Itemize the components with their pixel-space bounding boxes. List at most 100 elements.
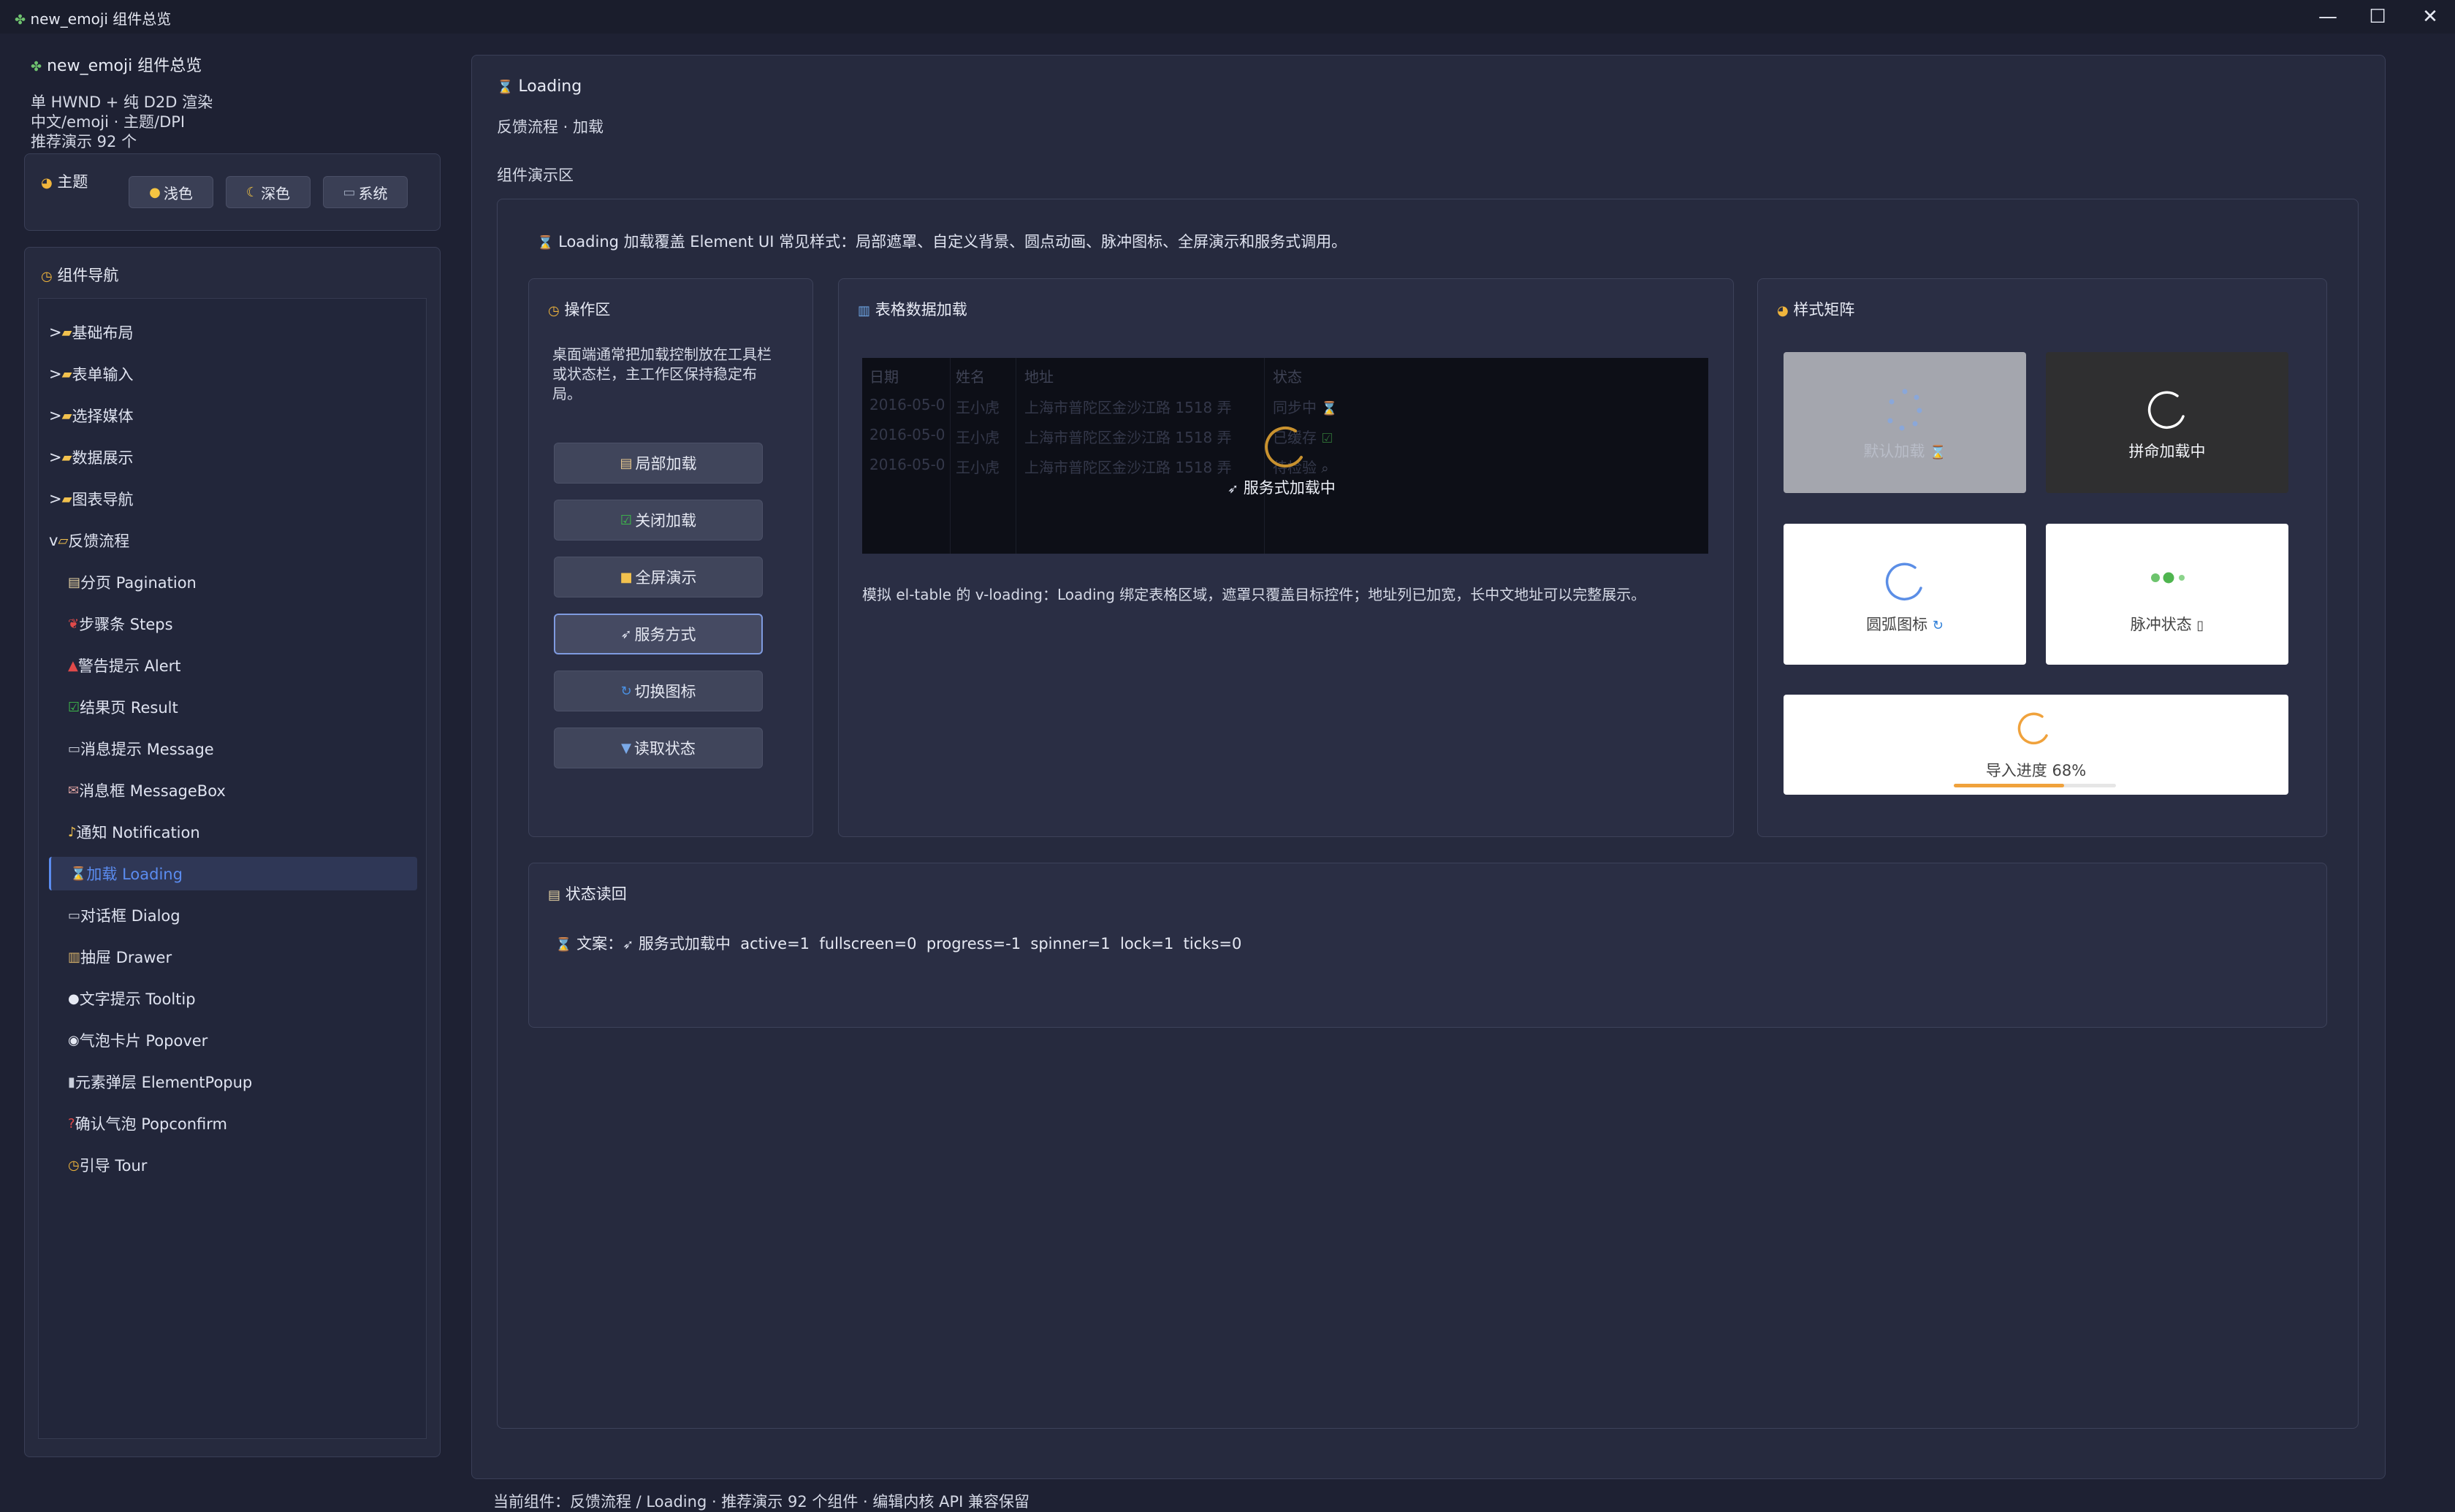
nav-item-loading[interactable]: ⌛ 加载 Loading <box>49 857 417 890</box>
box-icon: ▯ <box>2196 618 2204 633</box>
table-header: 地址 <box>1024 368 1054 386</box>
mailbox-icon: ✉ <box>68 782 80 798</box>
check-icon: ☑ <box>68 699 80 715</box>
nav-item-pagination[interactable]: ▤ 分页 Pagination <box>49 565 417 599</box>
switch-icon-button[interactable]: ↻ 切换图标 <box>554 671 763 711</box>
inbox-icon: ▼ <box>621 740 631 756</box>
table-cell: 2016-05-0 <box>869 456 945 473</box>
table-cell: 王小虎 <box>956 429 1000 446</box>
minimize-button[interactable]: — <box>2303 0 2353 34</box>
close-loading-button[interactable]: ☑ 关闭加载 <box>554 500 763 541</box>
lock-icon: ■ <box>620 569 633 585</box>
theme-light-button[interactable]: ● 浅色 <box>129 176 213 208</box>
table-header: 姓名 <box>956 368 985 386</box>
page-icon: ▤ <box>68 574 81 590</box>
bubble-icon: ● <box>68 990 80 1007</box>
table-spinner-icon <box>1265 427 1303 467</box>
service-mode-button[interactable]: ➶ 服务方式 <box>554 614 763 654</box>
fullscreen-demo-button[interactable]: ■ 全屏演示 <box>554 557 763 597</box>
nav-list: > ▰ 基础布局 > ▰ 表单输入 > ▰ 选择媒体 > ▰ 数据展示 > ▰ 图表导航 v ▱ 反馈流… <box>38 298 427 1439</box>
info-line: 中文/emoji · 主题/DPI <box>31 113 186 131</box>
nav-item-alert[interactable]: ▲ 警告提示 Alert <box>49 649 417 682</box>
check-icon: ☑ <box>1321 431 1333 446</box>
nav-item-tour[interactable]: ◷ 引导 Tour <box>49 1148 417 1182</box>
scroll-icon: ▤ <box>620 455 633 471</box>
folder-icon: ▰ <box>61 408 72 424</box>
refresh-icon: ↻ <box>1932 618 1944 633</box>
dots-spinner-icon <box>1887 389 1922 431</box>
check-icon: ☑ <box>620 512 633 528</box>
hourglass-icon: ⌛ <box>537 235 554 251</box>
tile-label: 拼命加载中 <box>2128 443 2206 460</box>
page-subtitle: 反馈流程 · 加载 <box>497 118 604 136</box>
close-button[interactable]: ✕ <box>2405 0 2455 34</box>
nav-group-feedback[interactable]: v ▱ 反馈流程 <box>49 524 417 557</box>
table-overlay-text: ➶ 服务式加载中 <box>1228 479 1336 497</box>
tile-import-progress: 导入进度 68% <box>1784 695 2288 795</box>
nav-item-tooltip[interactable]: ● 文字提示 Tooltip <box>49 982 417 1015</box>
nav-group-data-display[interactable]: > ▰ 数据展示 <box>49 440 417 474</box>
nav-group-chart-nav[interactable]: > ▰ 图表导航 <box>49 482 417 516</box>
nav-item-popconfirm[interactable]: ? 确认气泡 Popconfirm <box>49 1107 417 1140</box>
nav-group-select-media[interactable]: > ▰ 选择媒体 <box>49 399 417 432</box>
local-loading-button[interactable]: ▤ 局部加载 <box>554 443 763 484</box>
maximize-button[interactable]: ☐ <box>2353 0 2402 34</box>
status-title: ▤ 状态读回 <box>548 885 627 903</box>
laptop-icon: ▭ <box>343 184 356 200</box>
loading-table: 日期 姓名 地址 状态 2016-05-0 王小虎 上海市普陀区金沙江路 151… <box>862 358 1708 554</box>
bubbles-icon: ◉ <box>68 1032 80 1048</box>
nav-item-drawer[interactable]: ▥ 抽屉 Drawer <box>49 940 417 974</box>
table-header: 状态 <box>1273 368 1302 386</box>
nav-item-result[interactable]: ☑ 结果页 Result <box>49 690 417 724</box>
rocket-icon: ➶ <box>1228 481 1239 497</box>
table-note: 模拟 el-table 的 v-loading：Loading 绑定表格区域，遮… <box>862 586 1646 603</box>
nav-item-dialog[interactable]: ▭ 对话框 Dialog <box>49 898 417 932</box>
nav-item-steps[interactable]: ❦ 步骤条 Steps <box>49 607 417 641</box>
tile-desperate-loading: 拼命加载中 <box>2046 352 2288 493</box>
folder-icon: ▰ <box>61 324 72 340</box>
chart-icon: ▥ <box>858 303 871 318</box>
footprints-icon: ❦ <box>68 616 80 632</box>
table-cell: 同步中 ⌛ <box>1273 399 1338 416</box>
demo-description: ⌛ Loading 加载覆盖 Element UI 常见样式：局部遮罩、自定义背… <box>537 233 1347 251</box>
theme-panel: ◕ 主题 ● 浅色 ☾ 深色 ▭ 系统 <box>24 153 441 231</box>
info-line: 单 HWND + 纯 D2D 渲染 <box>31 93 213 111</box>
arc-spinner-icon <box>2147 391 2185 429</box>
column-divider <box>950 358 951 554</box>
table-cell: 上海市普陀区金沙江路 1518 弄 <box>1024 429 1232 446</box>
read-state-button[interactable]: ▼ 读取状态 <box>554 728 763 768</box>
rocket-icon: ➶ <box>620 626 632 642</box>
progress-track <box>1954 784 2116 787</box>
nav-item-elementpopup[interactable]: ▮ 元素弹层 ElementPopup <box>49 1065 417 1099</box>
ledger-icon: ▤ <box>548 887 561 903</box>
nav-item-popover[interactable]: ◉ 气泡卡片 Popover <box>49 1023 417 1057</box>
puzzle-icon: ✤ <box>15 12 26 28</box>
table-cell: 上海市普陀区金沙江路 1518 弄 <box>1024 459 1232 476</box>
tile-arc-icon: 圆弧图标 ↻ <box>1784 524 2026 665</box>
nav-item-notification[interactable]: ♪ 通知 Notification <box>49 815 417 849</box>
siren-icon: ▲ <box>68 657 78 673</box>
demo-label: 组件演示区 <box>497 167 574 184</box>
theme-dark-button[interactable]: ☾ 深色 <box>226 176 311 208</box>
window-title: ✤ new_emoji 组件总览 <box>15 10 172 28</box>
ops-text: 桌面端通常把加载控制放在工具栏 或状态栏，主工作区保持稳定布 局。 <box>552 345 772 402</box>
folder-icon: ▰ <box>61 366 72 382</box>
table-header: 日期 <box>869 368 899 386</box>
puzzle-icon: ✤ <box>31 59 42 75</box>
moon-icon: ☾ <box>246 184 259 200</box>
ops-title: ◷ 操作区 <box>548 301 611 318</box>
nav-group-form-input[interactable]: > ▰ 表单输入 <box>49 357 417 391</box>
hourglass-icon: ⌛ <box>1930 445 1946 460</box>
tile-pulse-state: 脉冲状态 ▯ <box>2046 524 2288 665</box>
theme-system-button[interactable]: ▭ 系统 <box>323 176 408 208</box>
speech-icon: ▭ <box>68 741 81 757</box>
nav-group-basic-layout[interactable]: > ▰ 基础布局 <box>49 316 417 349</box>
status-readout: ⌛ 文案：➶ 服务式加载中 active=1 fullscreen=0 prog… <box>555 935 1242 952</box>
table-cell: 王小虎 <box>956 459 1000 476</box>
nav-item-messagebox[interactable]: ✉ 消息框 MessageBox <box>49 774 417 807</box>
nav-item-message[interactable]: ▭ 消息提示 Message <box>49 732 417 765</box>
pulse-dots-icon <box>2151 572 2185 584</box>
arc-spinner-icon <box>1885 562 1922 600</box>
tile-default-loading: 默认加载 ⌛ <box>1784 352 2026 493</box>
refresh-icon: ↻ <box>620 683 632 699</box>
